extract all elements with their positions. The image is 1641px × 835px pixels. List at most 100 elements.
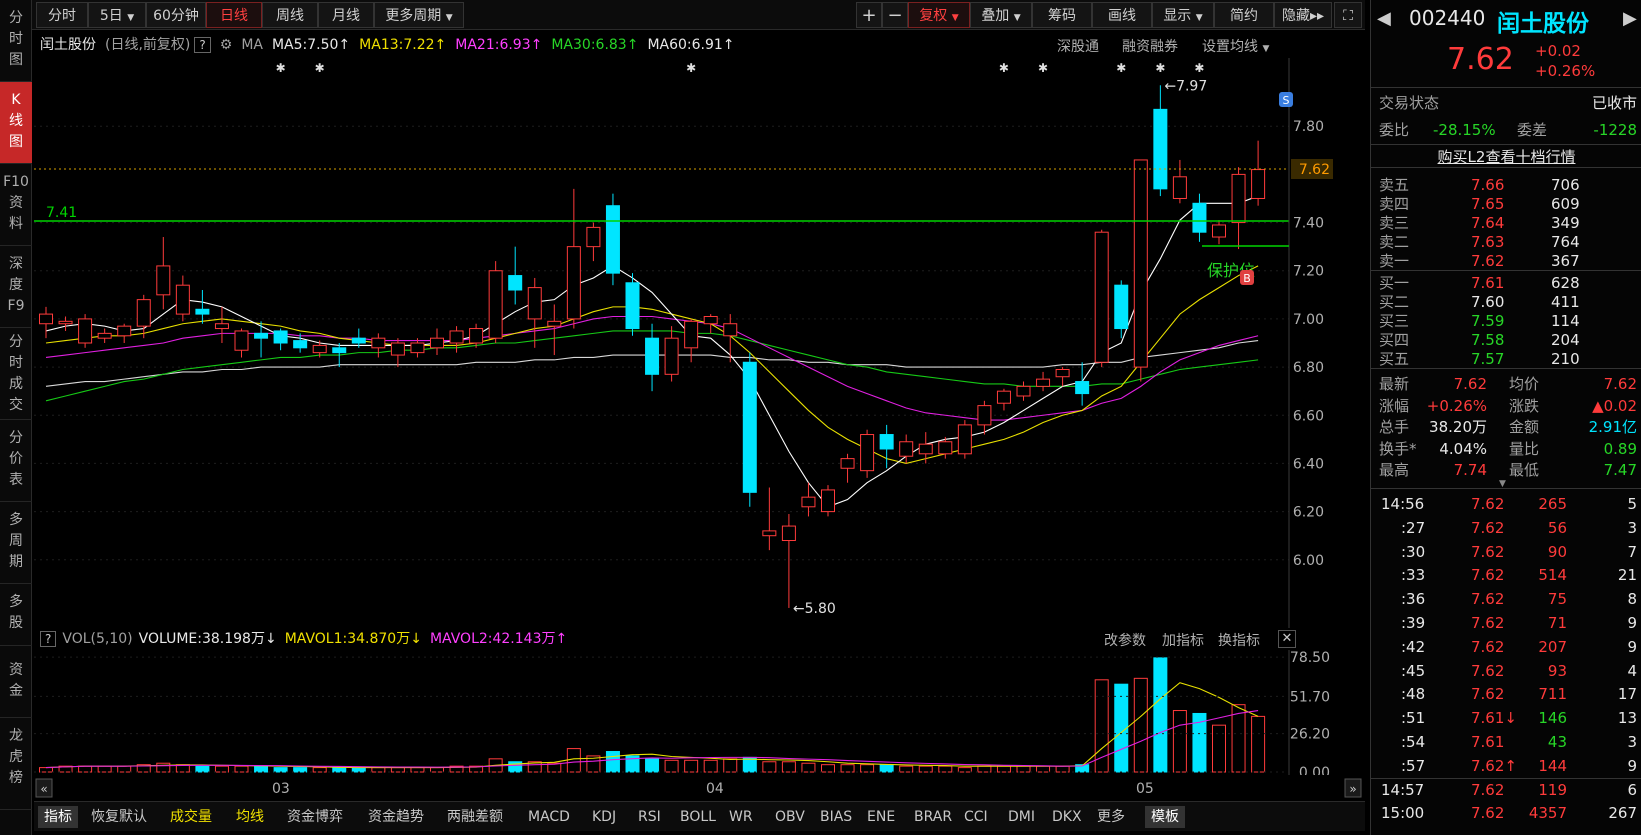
indicator-tab-4[interactable]: 资金博弈 (287, 806, 343, 828)
bids-row[interactable]: 买一 7.61 628 (1379, 273, 1637, 293)
candle[interactable] (97, 332, 112, 339)
candle[interactable] (1114, 284, 1129, 330)
candle[interactable] (449, 330, 464, 344)
nav-multi-stock[interactable]: 多 股 (0, 584, 32, 646)
candle[interactable] (723, 323, 738, 337)
candle[interactable] (488, 270, 503, 339)
event-marker-icon[interactable]: ✱ (686, 61, 696, 75)
add-indicator-link[interactable]: 加指标 (1162, 630, 1204, 650)
indicator-tab-11[interactable]: WR (729, 806, 753, 828)
candle[interactable] (175, 284, 190, 315)
candle[interactable] (645, 337, 660, 375)
candle[interactable] (136, 299, 151, 327)
help-button[interactable]: ? (194, 37, 211, 53)
candle[interactable] (273, 330, 288, 344)
event-marker-icon[interactable]: ✱ (1194, 61, 1204, 75)
indicator-tab-10[interactable]: BOLL (680, 806, 716, 828)
indicator-tab-8[interactable]: KDJ (592, 806, 616, 828)
indicator-tab-13[interactable]: BIAS (820, 806, 852, 828)
candle[interactable] (821, 489, 835, 513)
indicator-tab-1[interactable]: 恢复默认 (91, 806, 147, 828)
event-marker-icon[interactable]: ✱ (1116, 61, 1126, 75)
candle[interactable] (1231, 173, 1246, 224)
indicator-tab-5[interactable]: 资金趋势 (368, 806, 424, 828)
event-marker-icon[interactable]: ✱ (315, 61, 325, 75)
candle[interactable] (78, 318, 93, 344)
nav-capital[interactable]: 资 金 (0, 646, 32, 718)
indicator-tab-7[interactable]: MACD (528, 806, 570, 828)
candle[interactable] (860, 434, 875, 472)
candle[interactable] (684, 320, 699, 349)
candle[interactable] (508, 275, 523, 291)
candle[interactable] (781, 525, 796, 542)
event-marker-icon[interactable]: ✱ (276, 61, 286, 75)
candle[interactable] (390, 342, 405, 356)
indicator-tab-17[interactable]: DMI (1008, 806, 1035, 828)
indicator-tab-12[interactable]: OBV (775, 806, 805, 828)
nav-tick-trades[interactable]: 分 时 成 交 (0, 328, 32, 420)
close-icon[interactable]: ✕ (1278, 630, 1296, 648)
candle[interactable] (156, 265, 171, 296)
nav-kline-chart[interactable]: K 线 图 (0, 82, 32, 164)
indicator-tab-14[interactable]: ENE (867, 806, 895, 828)
event-marker-icon[interactable]: ✱ (1038, 61, 1048, 75)
indicator-tab-2[interactable]: 成交量 (170, 806, 212, 828)
candle[interactable] (605, 205, 620, 274)
buy-l2-link[interactable]: 购买L2查看十档行情 (1371, 144, 1641, 168)
next-stock-icon[interactable]: ▶ (1623, 8, 1637, 29)
candle[interactable] (547, 320, 562, 327)
candle[interactable] (938, 441, 953, 455)
nav-price-table[interactable]: 分 价 表 (0, 420, 32, 502)
asks-row[interactable]: 卖三 7.64 349 (1379, 213, 1637, 233)
candle[interactable] (566, 246, 581, 320)
indicator-tab-3[interactable]: 均线 (236, 806, 264, 828)
event-marker-icon[interactable]: ✱ (1155, 61, 1165, 75)
candle[interactable] (1212, 224, 1226, 238)
candle[interactable] (664, 337, 679, 375)
indicator-tab-18[interactable]: DKX (1052, 806, 1082, 828)
candle[interactable] (840, 458, 855, 469)
simple-button[interactable]: 简约 (1214, 2, 1274, 28)
candle[interactable] (1075, 381, 1090, 395)
bids-row[interactable]: 买四 7.58 204 (1379, 330, 1637, 350)
indicator-tab-15[interactable]: BRAR (914, 806, 952, 828)
chips-button[interactable]: 筹码 (1032, 2, 1092, 28)
tab-60min[interactable]: 60分钟 (146, 2, 206, 28)
settings-gear-icon[interactable]: ⚙ (220, 37, 233, 53)
nav-f10[interactable]: F10 资 料 (0, 164, 32, 246)
tab-5day[interactable]: 5日 ▼ (88, 2, 146, 28)
candle[interactable] (469, 328, 484, 344)
candle[interactable] (879, 434, 894, 450)
prev-stock-icon[interactable]: ◀ (1377, 8, 1391, 29)
asks-row[interactable]: 卖一 7.62 367 (1379, 251, 1637, 271)
candle[interactable] (58, 320, 73, 325)
candle[interactable] (742, 361, 757, 493)
indicator-tab-9[interactable]: RSI (638, 806, 661, 828)
indicator-tab-20[interactable]: 模板 (1145, 806, 1185, 828)
candle[interactable] (351, 337, 366, 344)
candle[interactable] (332, 347, 347, 354)
candle[interactable] (625, 282, 640, 330)
volume-chart[interactable]: 78.50 51.70 26.20 0.00 (34, 650, 1365, 775)
nav-multi-period[interactable]: 多 周 期 (0, 502, 32, 584)
candle[interactable] (39, 313, 53, 325)
overlay-button[interactable]: 叠加 ▼ (970, 2, 1032, 28)
candle[interactable] (957, 424, 972, 455)
fuquan-button[interactable]: 复权 ▼ (908, 2, 970, 28)
candle[interactable] (918, 443, 933, 455)
indicator-tab-19[interactable]: 更多 (1097, 806, 1125, 828)
indicator-tab-16[interactable]: CCI (964, 806, 988, 828)
candle[interactable] (214, 323, 229, 330)
candle[interactable] (977, 405, 992, 426)
margin-trading-link[interactable]: 融资融券 (1122, 36, 1178, 56)
display-button[interactable]: 显示 ▼ (1152, 2, 1214, 28)
candle[interactable] (117, 325, 132, 337)
candle[interactable] (899, 441, 914, 457)
tab-intraday[interactable]: 分时 (36, 2, 88, 28)
event-marker-icon[interactable]: ✱ (999, 61, 1009, 75)
candle[interactable] (410, 342, 425, 354)
candle[interactable] (1153, 108, 1168, 190)
candle[interactable] (996, 390, 1011, 404)
asks-row[interactable]: 卖四 7.65 609 (1379, 194, 1637, 214)
asks-row[interactable]: 卖五 7.66 706 (1379, 175, 1637, 195)
